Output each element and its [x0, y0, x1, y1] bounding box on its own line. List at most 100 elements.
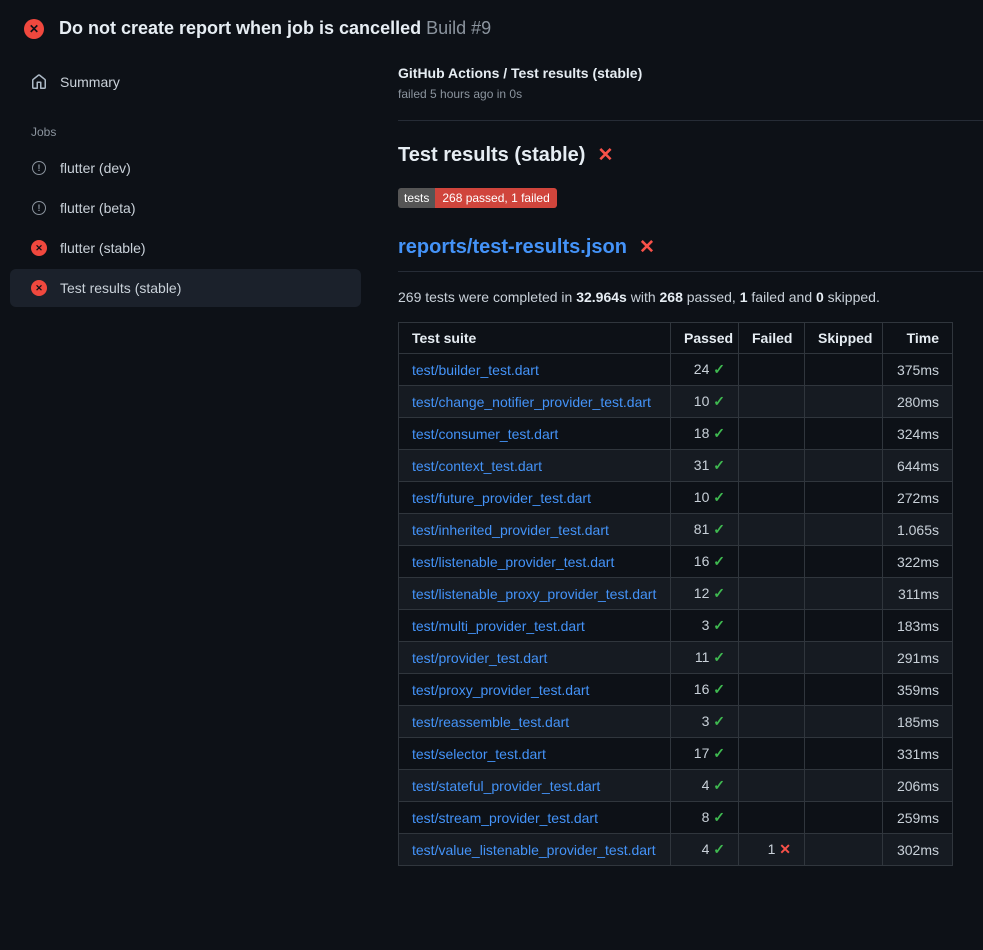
column-header-skipped: Skipped [805, 323, 883, 354]
test-suite-link[interactable]: test/multi_provider_test.dart [412, 618, 585, 634]
skipped-cell [805, 642, 883, 674]
skipped-cell [805, 674, 883, 706]
summary-text: passed, [683, 289, 740, 305]
time-cell: 644ms [883, 450, 953, 482]
test-suite-link[interactable]: test/builder_test.dart [412, 362, 539, 378]
test-suite-link[interactable]: test/listenable_proxy_provider_test.dart [412, 586, 656, 602]
table-row: test/listenable_proxy_provider_test.dart… [399, 578, 953, 610]
table-row: test/value_listenable_provider_test.dart… [399, 834, 953, 866]
test-suite-link[interactable]: test/proxy_provider_test.dart [412, 682, 589, 698]
summary-skipped-count: 0 [816, 289, 824, 305]
table-row: test/stateful_provider_test.dart 4 ✓ 206ms [399, 770, 953, 802]
test-suite-link[interactable]: test/selector_test.dart [412, 746, 546, 762]
check-icon: ✓ [713, 777, 725, 793]
passed-cell: 10 ✓ [671, 482, 739, 514]
report-heading: reports/test-results.json ✕ [398, 236, 983, 272]
test-suite-link[interactable]: test/value_listenable_provider_test.dart [412, 842, 656, 858]
summary-duration: 32.964s [576, 289, 627, 305]
time-cell: 259ms [883, 802, 953, 834]
test-results-table: Test suite Passed Failed Skipped Time te… [398, 322, 953, 866]
main-content: GitHub Actions / Test results (stable) f… [375, 47, 983, 866]
passed-cell: 12 ✓ [671, 578, 739, 610]
failed-cell [739, 738, 805, 770]
test-suite-link[interactable]: test/context_test.dart [412, 458, 542, 474]
check-icon: ✓ [713, 809, 725, 825]
neutral-status-icon: ! [31, 200, 47, 216]
job-label: flutter (beta) [60, 200, 135, 216]
table-row: test/consumer_test.dart 18 ✓ 324ms [399, 418, 953, 450]
column-header-time: Time [883, 323, 953, 354]
time-cell: 324ms [883, 418, 953, 450]
test-suite-cell: test/context_test.dart [399, 450, 671, 482]
failed-status-icon: ✕ [31, 240, 47, 256]
test-suite-link[interactable]: test/inherited_provider_test.dart [412, 522, 609, 538]
check-icon: ✓ [713, 521, 725, 537]
passed-cell: 24 ✓ [671, 354, 739, 386]
passed-cell: 11 ✓ [671, 642, 739, 674]
passed-cell: 31 ✓ [671, 450, 739, 482]
test-suite-cell: test/change_notifier_provider_test.dart [399, 386, 671, 418]
test-suite-cell: test/proxy_provider_test.dart [399, 674, 671, 706]
time-cell: 375ms [883, 354, 953, 386]
skipped-cell [805, 450, 883, 482]
time-cell: 183ms [883, 610, 953, 642]
failed-cell [739, 802, 805, 834]
test-suite-link[interactable]: test/stateful_provider_test.dart [412, 778, 600, 794]
failed-cell: 1 ✕ [739, 834, 805, 866]
failed-cell [739, 386, 805, 418]
summary-text: 269 tests were completed in [398, 289, 576, 305]
results-table-body: test/builder_test.dart 24 ✓ 375ms test/chan… [399, 354, 953, 866]
report-file-link[interactable]: reports/test-results.json [398, 236, 627, 259]
passed-cell: 4 ✓ [671, 770, 739, 802]
test-suite-cell: test/listenable_proxy_provider_test.dart [399, 578, 671, 610]
failed-cell [739, 514, 805, 546]
build-number: Build #9 [426, 18, 491, 38]
home-icon [31, 74, 47, 90]
test-suite-cell: test/stateful_provider_test.dart [399, 770, 671, 802]
test-suite-cell: test/reassemble_test.dart [399, 706, 671, 738]
column-header-test-suite: Test suite [399, 323, 671, 354]
sidebar-item-flutter-stable[interactable]: ✕ flutter (stable) [10, 229, 361, 267]
sidebar-item-flutter-dev[interactable]: ! flutter (dev) [10, 149, 361, 187]
time-cell: 322ms [883, 546, 953, 578]
badge-label: tests [398, 188, 435, 208]
skipped-cell [805, 386, 883, 418]
sidebar-item-flutter-beta[interactable]: ! flutter (beta) [10, 189, 361, 227]
summary-text: skipped. [824, 289, 880, 305]
sidebar: Summary Jobs ! flutter (dev) ! flutter (… [0, 47, 375, 309]
table-row: test/multi_provider_test.dart 3 ✓ 183ms [399, 610, 953, 642]
passed-cell: 3 ✓ [671, 610, 739, 642]
test-suite-link[interactable]: test/consumer_test.dart [412, 426, 558, 442]
test-suite-link[interactable]: test/change_notifier_provider_test.dart [412, 394, 651, 410]
skipped-cell [805, 578, 883, 610]
sidebar-item-test-results-stable[interactable]: ✕ Test results (stable) [10, 269, 361, 307]
skipped-cell [805, 418, 883, 450]
failed-cell [739, 610, 805, 642]
check-icon: ✓ [713, 841, 725, 857]
time-cell: 206ms [883, 770, 953, 802]
table-row: test/selector_test.dart17 ✓331ms [399, 738, 953, 770]
job-label: flutter (stable) [60, 240, 146, 256]
summary-passed-count: 268 [660, 289, 683, 305]
passed-cell: 16 ✓ [671, 674, 739, 706]
table-row: test/future_provider_test.dart10 ✓272ms [399, 482, 953, 514]
skipped-cell [805, 514, 883, 546]
test-suite-link[interactable]: test/listenable_provider_test.dart [412, 554, 614, 570]
table-row: test/listenable_provider_test.dart16 ✓32… [399, 546, 953, 578]
failed-x-icon: ✕ [639, 238, 655, 257]
test-suite-link[interactable]: test/provider_test.dart [412, 650, 547, 666]
failed-cell [739, 450, 805, 482]
summary-failed-count: 1 [740, 289, 748, 305]
test-suite-link[interactable]: test/stream_provider_test.dart [412, 810, 598, 826]
failed-cell [739, 418, 805, 450]
passed-cell: 3 ✓ [671, 706, 739, 738]
test-suite-cell: test/stream_provider_test.dart [399, 802, 671, 834]
sidebar-item-summary[interactable]: Summary [10, 65, 361, 99]
test-suite-cell: test/value_listenable_provider_test.dart [399, 834, 671, 866]
status-line: failed 5 hours ago in 0s [398, 87, 983, 101]
test-suite-link[interactable]: test/future_provider_test.dart [412, 490, 591, 506]
passed-cell: 18 ✓ [671, 418, 739, 450]
test-suite-link[interactable]: test/reassemble_test.dart [412, 714, 569, 730]
job-label: Test results (stable) [60, 280, 181, 296]
table-row: test/stream_provider_test.dart8 ✓259ms [399, 802, 953, 834]
